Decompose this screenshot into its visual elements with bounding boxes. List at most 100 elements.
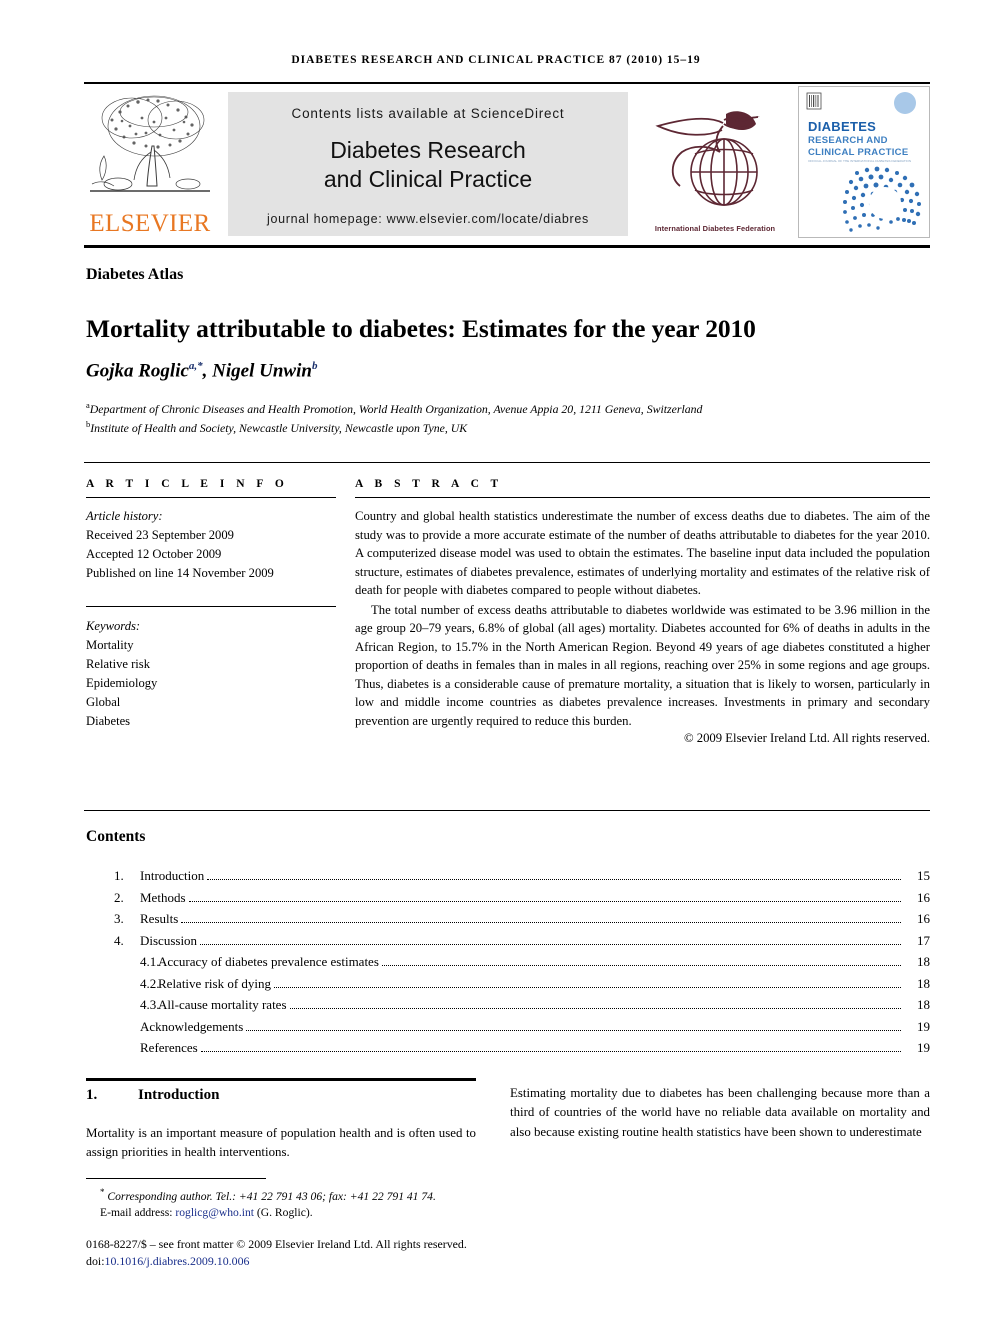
running-head: Diabetes Research and Clinical Practice … — [0, 54, 992, 66]
running-head-text: Diabetes Research and Clinical Practice … — [291, 54, 701, 66]
toc-leader-dots — [200, 943, 901, 945]
toc-leader-dots — [207, 879, 901, 880]
article-section-label: Diabetes Atlas — [86, 266, 184, 283]
toc-page-number: 17 — [917, 932, 930, 948]
journal-article-page: Diabetes Research and Clinical Practice … — [0, 0, 992, 1323]
svg-text:DIABETES: DIABETES — [808, 119, 876, 134]
toc-label: All-cause mortality rates — [158, 997, 287, 1012]
journal-title: Diabetes Research and Clinical Practice — [324, 136, 532, 192]
affiliation-a: aDepartment of Chronic Diseases and Heal… — [86, 399, 936, 418]
article-history-accepted: Accepted 12 October 2009 — [86, 547, 222, 562]
keyword-item: Epidemiology — [86, 675, 158, 690]
toc-number: 3. — [114, 911, 124, 926]
abstract-bottom-rule — [84, 810, 930, 811]
affiliation-a-text: Department of Chronic Diseases and Healt… — [89, 401, 703, 416]
toc-page-number: 16 — [917, 889, 930, 905]
journal-cover-thumbnail: DIABETES RESEARCH AND CLINICAL PRACTICE … — [798, 86, 930, 238]
introduction-text-right: Estimating mortality due to diabetes has… — [510, 1086, 930, 1139]
toc-page-number: 18 — [917, 954, 930, 969]
article-info-column: A R T I C L E I N F O Article history: R… — [86, 478, 336, 731]
doi-link[interactable]: 10.1016/j.diabres.2009.10.006 — [105, 1254, 250, 1268]
introduction-text-left: Mortality is an important measure of pop… — [86, 1126, 476, 1160]
article-history-received: Received 23 September 2009 — [86, 528, 234, 543]
toc-entry[interactable]: 4.3. All-cause mortality rates 18 — [114, 998, 930, 1020]
toc-entry[interactable]: 2. Methods 16 — [114, 891, 930, 913]
toc-number: 4.1. — [140, 954, 160, 969]
toc-entry[interactable]: 4.1. Accuracy of diabetes prevalence est… — [114, 955, 930, 977]
toc-entry[interactable]: Acknowledgements 19 — [114, 1020, 930, 1042]
toc-leader-dots — [188, 900, 901, 902]
elsevier-wordmark: ELSEVIER — [89, 210, 211, 237]
toc-page-number: 19 — [917, 1040, 930, 1055]
contents-heading: Contents — [86, 828, 146, 845]
toc-label: Accuracy of diabetes prevalence estimate… — [158, 954, 379, 969]
keyword-item: Relative risk — [86, 656, 151, 671]
introduction-number: 1. — [86, 1087, 98, 1103]
toc-label: References — [140, 1040, 198, 1055]
toc-entry[interactable]: 4.2. Relative risk of dying 18 — [114, 977, 930, 999]
toc-entry[interactable]: 4. Discussion 17 — [114, 934, 930, 956]
article-info-heading: A R T I C L E I N F O — [86, 478, 289, 490]
author-1-name: Gojka Roglic — [86, 360, 189, 382]
journal-masthead: ELSEVIER Contents lists available at Sci… — [84, 84, 930, 242]
toc-label: Methods — [140, 889, 186, 905]
keywords-block: Keywords: Mortality Relative risk Epidem… — [86, 617, 336, 732]
toc-page-number: 18 — [917, 975, 930, 991]
email-link[interactable]: roglicg@who.int — [175, 1206, 254, 1219]
author-list: Gojka Roglica,*, Nigel Unwinb — [86, 360, 317, 382]
toc-leader-dots — [246, 1029, 901, 1031]
abstract-paragraph-1: Country and global health statistics und… — [355, 509, 930, 598]
abstract-heading: A B S T R A C T — [355, 478, 503, 490]
article-history-title: Article history: — [86, 509, 163, 523]
author-1-marker: a,* — [188, 360, 203, 372]
table-of-contents: 1. Introduction 15 2. Methods 16 3. Resu… — [114, 869, 930, 1063]
journal-homepage-link[interactable]: journal homepage: www.elsevier.com/locat… — [267, 212, 589, 226]
toc-label: Introduction — [140, 868, 205, 883]
toc-leader-dots — [181, 922, 901, 923]
email-owner: (G. Roglic). — [256, 1206, 313, 1220]
toc-label: Results — [140, 911, 179, 926]
doi-prefix: doi: — [86, 1253, 105, 1268]
toc-leader-dots — [381, 965, 901, 966]
corresponding-author-text: Corresponding author. Tel.: +41 22 791 4… — [107, 1189, 436, 1203]
corresponding-author-line: * Corresponding author. Tel.: +41 22 791… — [86, 1186, 506, 1205]
keywords-divider — [86, 605, 336, 607]
cover-artwork: DIABETES RESEARCH AND CLINICAL PRACTICE … — [799, 87, 929, 237]
abstract-paragraph-2: The total number of excess deaths attrib… — [355, 602, 930, 728]
idf-logo: International Diabetes Federation — [640, 90, 790, 238]
toc-label: Relative risk of dying — [158, 975, 272, 991]
toc-number: 1. — [114, 868, 124, 883]
abstract-divider — [355, 497, 930, 498]
toc-leader-dots — [274, 986, 901, 988]
toc-page-number: 16 — [917, 911, 930, 926]
footnote-block: * Corresponding author. Tel.: +41 22 791… — [86, 1186, 506, 1222]
email-label: E-mail address: — [100, 1206, 173, 1220]
elsevier-logo: ELSEVIER — [84, 88, 216, 240]
toc-entry[interactable]: 1. Introduction 15 — [114, 869, 930, 891]
footnote-rule — [86, 1178, 266, 1179]
corresponding-author-marker: * — [100, 1187, 105, 1197]
toc-number: 2. — [114, 889, 124, 905]
toc-leader-dots — [200, 1051, 901, 1052]
toc-number: 4.3. — [140, 997, 160, 1012]
toc-entry[interactable]: References 19 — [114, 1041, 930, 1063]
affiliation-b: bInstitute of Health and Society, Newcas… — [86, 418, 936, 437]
toc-leader-dots — [289, 1008, 901, 1009]
email-line: E-mail address: roglicg@who.int (G. Rogl… — [86, 1205, 506, 1221]
article-history-published: Published on line 14 November 2009 — [86, 566, 274, 581]
idf-caption: International Diabetes Federation — [654, 224, 776, 233]
idf-hummingbird-globe-icon — [655, 111, 760, 206]
page-title: Mortality attributable to diabetes: Esti… — [86, 314, 756, 344]
introduction-heading: 1. Introduction — [86, 1087, 219, 1104]
article-info-divider — [86, 497, 336, 498]
journal-title-line2: and Clinical Practice — [323, 165, 533, 192]
toc-page-number: 19 — [917, 1018, 930, 1034]
keywords-title: Keywords: — [86, 618, 141, 633]
info-top-rule — [84, 462, 930, 463]
toc-entry[interactable]: 3. Results 16 — [114, 912, 930, 934]
toc-number: 4.2. — [140, 975, 160, 991]
affiliation-list: aDepartment of Chronic Diseases and Heal… — [86, 399, 936, 437]
abstract-copyright: © 2009 Elsevier Ireland Ltd. All rights … — [683, 731, 930, 746]
toc-page-number: 15 — [917, 868, 930, 883]
abstract-column: A B S T R A C T Country and global healt… — [355, 478, 930, 746]
